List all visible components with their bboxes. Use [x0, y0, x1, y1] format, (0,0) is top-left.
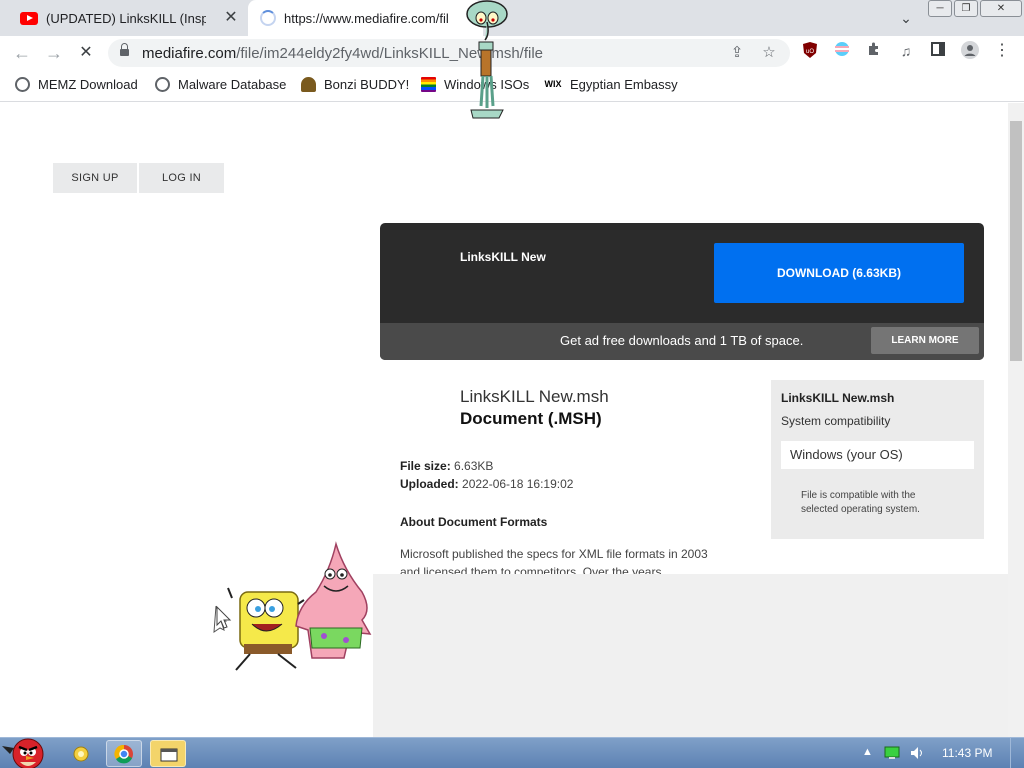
uploaded-label: Uploaded:: [400, 477, 459, 491]
tab-mediafire[interactable]: https://www.mediafire.com/fil: [248, 0, 483, 36]
globe-icon: [155, 77, 170, 92]
share-icon[interactable]: ⇪: [727, 43, 747, 63]
log-in-button[interactable]: LOG IN: [139, 163, 224, 193]
file-size-value: 6.63KB: [454, 459, 494, 473]
file-type: Document (.MSH): [460, 409, 602, 428]
scrollbar-thumb[interactable]: [1010, 121, 1022, 361]
tab-title: https://www.mediafire.com/fil: [284, 10, 449, 26]
volume-icon[interactable]: [910, 746, 926, 763]
close-icon[interactable]: ✕: [222, 9, 240, 27]
download-panel: LinksKILL New DOWNLOAD (6.63KB) Get ad f…: [380, 223, 984, 360]
window-controls: ─ ❐ ✕: [928, 0, 1022, 17]
taskbar-clock[interactable]: 11:43 PM: [942, 746, 992, 760]
globe-icon: [15, 77, 30, 92]
download-button[interactable]: DOWNLOAD (6.63KB): [714, 243, 964, 303]
wix-icon: WIX: [544, 79, 562, 89]
about-text: Microsoft published the specs for XML fi…: [400, 547, 708, 575]
side-panel-icon[interactable]: [928, 41, 948, 61]
file-title: LinksKILL New.msh: [460, 387, 609, 406]
bookmark-bonzi[interactable]: Bonzi BUDDY!: [301, 77, 409, 92]
taskbar: ▲ 11:43 PM: [0, 737, 1024, 768]
bookmark-label: Malware Database: [178, 77, 287, 92]
file-size-row: File size: 6.63KB: [400, 459, 493, 473]
youtube-icon: [20, 11, 38, 25]
bookmark-label: Bonzi BUDDY!: [324, 77, 410, 92]
svg-text:uO: uO: [806, 49, 814, 55]
tray-expand-icon[interactable]: ▲: [862, 746, 873, 758]
uploaded-row: Uploaded: 2022-06-18 16:19:02: [400, 477, 573, 491]
bookmark-malware-database[interactable]: Malware Database: [155, 77, 286, 92]
download-file-name: LinksKILL New: [460, 250, 546, 264]
bookmark-label: Egyptian Embassy: [570, 77, 678, 92]
url-host: mediafire.com: [142, 45, 237, 62]
tab-youtube[interactable]: (UPDATED) LinksKILL (Inspired ✕: [8, 0, 248, 36]
forward-icon[interactable]: →: [42, 41, 66, 65]
promo-bar: Get ad free downloads and 1 TB of space.…: [380, 323, 984, 360]
extensions-puzzle-icon[interactable]: [864, 41, 884, 61]
desktop-screen: (UPDATED) LinksKILL (Inspired ✕ https://…: [0, 0, 1024, 768]
sign-up-button[interactable]: SIGN UP: [53, 163, 137, 193]
learn-more-button[interactable]: LEARN MORE: [871, 327, 979, 354]
network-icon[interactable]: [884, 746, 900, 763]
bookmark-label: MEMZ Download: [38, 77, 138, 92]
file-size-label: File size:: [400, 459, 451, 473]
bookmark-memz[interactable]: MEMZ Download: [15, 77, 138, 92]
compatibility-panel: LinksKILL New.msh System compatibility W…: [771, 380, 984, 539]
lock-icon: [120, 43, 129, 57]
address-bar[interactable]: mediafire.com/file/im244eldy2fy4wd/Links…: [108, 39, 790, 67]
close-window-button[interactable]: ✕: [980, 0, 1022, 17]
chrome-icon: [114, 744, 133, 764]
minimize-button[interactable]: ─: [928, 0, 952, 17]
bonzi-icon: [301, 77, 316, 92]
media-control-icon[interactable]: ♫: [896, 41, 916, 61]
stop-loading-icon[interactable]: ✕: [74, 41, 98, 65]
spongebob-patrick-sprite: [212, 540, 377, 683]
tab-title: (UPDATED) LinksKILL (Inspired: [46, 10, 206, 26]
page-scrollbar[interactable]: [1008, 103, 1024, 737]
loading-spinner-icon: [260, 10, 276, 26]
taskbar-folder-button[interactable]: [150, 740, 186, 767]
squidward-sprite: [463, 0, 515, 129]
angry-bird-start-icon[interactable]: [2, 732, 50, 768]
back-icon[interactable]: ←: [10, 41, 34, 65]
loading-overlay-lower: [399, 615, 1008, 737]
tab-search-chevron-icon[interactable]: ⌄: [896, 8, 916, 28]
taskbar-chrome-button[interactable]: [106, 740, 142, 767]
compat-file-name: LinksKILL New.msh: [781, 391, 895, 405]
bookmark-egyptian-embassy[interactable]: WIX Egyptian Embassy: [544, 77, 678, 92]
menu-kebab-icon[interactable]: ⋮: [992, 41, 1012, 61]
mouse-cursor-icon: [216, 605, 232, 635]
about-heading: About Document Formats: [400, 515, 548, 529]
restore-button[interactable]: ❐: [954, 0, 978, 17]
bookmark-star-icon[interactable]: ☆: [759, 43, 779, 63]
promo-text: Get ad free downloads and 1 TB of space.: [560, 333, 804, 348]
taskbar-explorer-button[interactable]: [64, 740, 100, 767]
ublock-icon[interactable]: uO: [800, 41, 820, 61]
web-page: SIGN UP LOG IN LinksKILL New DOWNLOAD (6…: [0, 103, 1008, 737]
profile-avatar-icon[interactable]: [960, 41, 980, 61]
trans-flag-extension-icon[interactable]: [832, 41, 852, 61]
show-desktop-button[interactable]: [1010, 738, 1024, 768]
rainbow-flag-icon: [421, 77, 436, 92]
os-selector[interactable]: Windows (your OS): [781, 441, 974, 469]
compat-subtitle: System compatibility: [781, 414, 891, 428]
uploaded-value: 2022-06-18 16:19:02: [462, 477, 574, 491]
compat-note: File is compatible with the selected ope…: [801, 490, 920, 515]
